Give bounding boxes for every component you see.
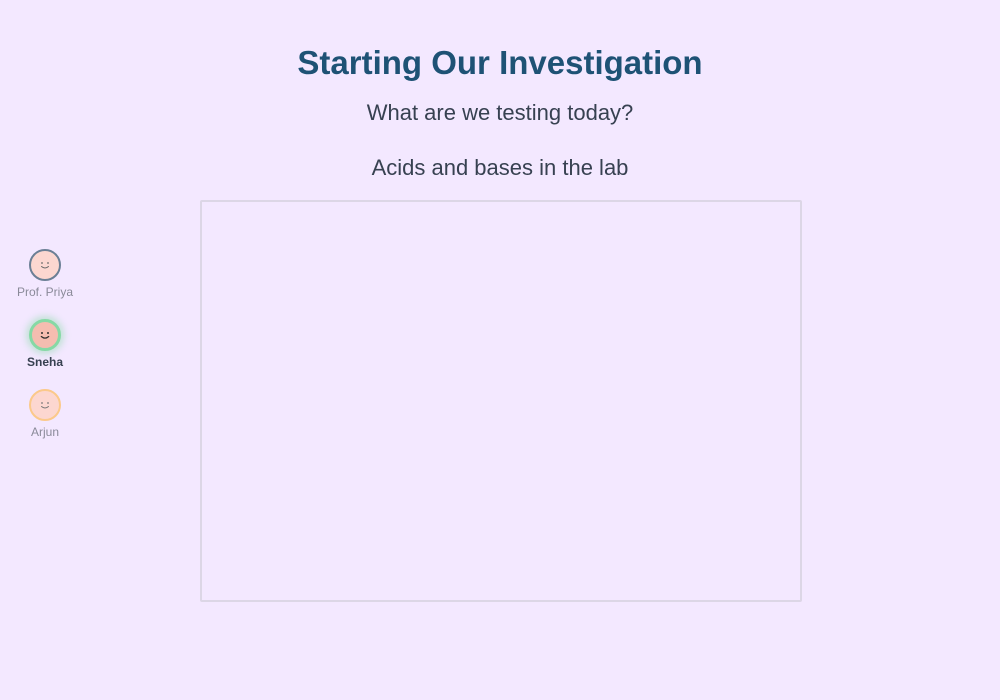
- participant-name: Sneha: [26, 355, 63, 369]
- participant-name: Arjun: [30, 425, 59, 439]
- avatar: [29, 319, 61, 351]
- avatar: [29, 249, 61, 281]
- slide-subtitle: What are we testing today?: [366, 100, 634, 125]
- participant-arjun[interactable]: Arjun: [0, 389, 90, 449]
- smiley-face-icon: [41, 402, 49, 409]
- content-stage: [200, 200, 802, 602]
- slide-title: Starting Our Investigation: [297, 44, 703, 81]
- smiley-face-icon: [41, 262, 49, 269]
- slide-topic: Acids and bases in the lab: [371, 155, 629, 180]
- smiley-face-icon: [40, 332, 50, 339]
- avatar: [29, 389, 61, 421]
- participant-prof-priya[interactable]: Prof. Priya: [0, 249, 90, 309]
- participant-sneha[interactable]: Sneha: [0, 319, 90, 379]
- participant-name: Prof. Priya: [16, 285, 73, 299]
